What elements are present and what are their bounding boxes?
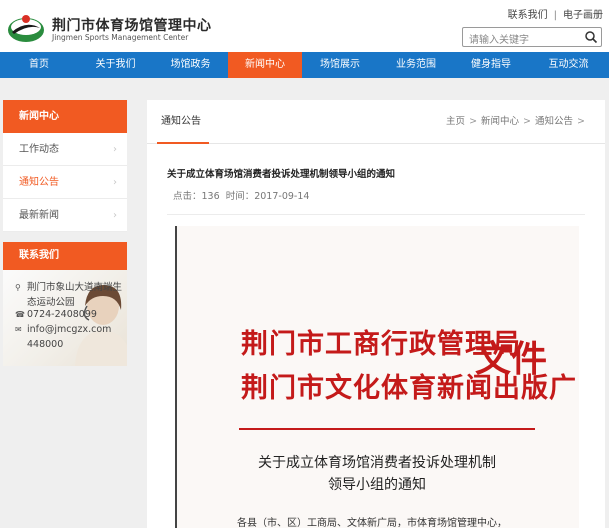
site-logo[interactable]: 荆门市体育场馆管理中心 Jingmen Sports Management Ce… — [6, 6, 211, 46]
brochure-link[interactable]: 电子画册 — [563, 10, 603, 21]
mail-icon: ✉ — [15, 325, 22, 334]
breadcrumb-separator: > — [523, 116, 532, 127]
document-heading-2: 领导小组的通知 — [328, 477, 426, 493]
search-box — [462, 27, 602, 50]
contact-title: 联系我们 — [3, 242, 127, 270]
chevron-right-icon: › — [113, 177, 117, 188]
contact-panel: ⚲ 荆门市象山大道南端生 态运动公园 ☎ 0724-2408099 ✉ info@jm… — [3, 270, 127, 366]
breadcrumb-home[interactable]: 主页 — [446, 116, 465, 127]
time-label: 时间： — [225, 191, 255, 202]
sidebar-item-notices[interactable]: 通知公告 › — [3, 166, 127, 199]
publish-date: 2017-09-14 — [254, 191, 310, 202]
clicks-count: 136 — [201, 191, 220, 202]
sidebar-title: 新闻中心 — [3, 100, 127, 133]
tab-notices[interactable]: 通知公告 — [161, 100, 201, 144]
chevron-right-icon: › — [113, 210, 117, 221]
sidebar-item-label: 最新新闻 — [19, 210, 59, 221]
document-heading-1: 关于成立体育场馆消费者投诉处理机制 — [258, 455, 496, 471]
sidebar-item-work-news[interactable]: 工作动态 › — [3, 133, 127, 166]
site-name-cn: 荆门市体育场馆管理中心 — [52, 18, 212, 34]
nav-affairs[interactable]: 场馆政务 — [153, 52, 228, 78]
nav-business[interactable]: 业务范围 — [378, 52, 454, 78]
top-links: 联系我们 | 电子画册 — [508, 6, 603, 21]
breadcrumb: 主页 > 新闻中心 > 通知公告 > — [446, 100, 589, 144]
article-title: 关于成立体育场馆消费者投诉处理机制领导小组的通知 — [167, 169, 396, 180]
article-meta: 点击：136 时间：2017-09-14 — [173, 188, 309, 202]
address-line-1: 荆门市象山大道南端生 — [27, 282, 123, 293]
location-pin-icon: ⚲ — [15, 283, 21, 292]
phone-number: 0724-2408099 — [27, 309, 97, 320]
chevron-right-icon: › — [113, 144, 117, 155]
contact-address-2: 态运动公园 — [15, 294, 75, 308]
tab-active-indicator — [157, 142, 209, 144]
contact-address: ⚲ 荆门市象山大道南端生 — [15, 279, 122, 293]
sidebar-item-label: 工作动态 — [19, 144, 59, 155]
address-line-2: 态运动公园 — [27, 297, 75, 308]
search-icon[interactable] — [584, 30, 598, 44]
document-word: 文件 — [475, 338, 548, 380]
link-divider: | — [553, 10, 557, 21]
sidebar-menu: 工作动态 › 通知公告 › 最新新闻 › — [3, 133, 127, 232]
logo-emblem-icon — [8, 15, 44, 42]
breadcrumb-current[interactable]: 通知公告 — [535, 116, 573, 127]
nav-fitness[interactable]: 健身指导 — [454, 52, 528, 78]
nav-venues[interactable]: 场馆展示 — [302, 52, 378, 78]
red-header-rule — [239, 428, 535, 430]
breadcrumb-separator: > — [577, 116, 585, 127]
nav-news[interactable]: 新闻中心 — [228, 52, 302, 78]
phone-icon: ☎ — [15, 310, 25, 319]
content-header: 通知公告 主页 > 新闻中心 > 通知公告 > — [147, 100, 605, 144]
contact-postcode: 448000 — [15, 339, 63, 350]
main-content: 通知公告 主页 > 新闻中心 > 通知公告 > 关于成立体育场馆消费者投诉处理机制领导小组… — [147, 100, 605, 528]
site-header: 荆门市体育场馆管理中心 Jingmen Sports Management Ce… — [0, 0, 609, 52]
meta-divider — [167, 214, 585, 215]
sidebar-item-label: 通知公告 — [19, 177, 59, 188]
contact-email: ✉ info@jmcgzx.com — [15, 324, 111, 335]
email-address[interactable]: info@jmcgzx.com — [27, 324, 111, 335]
document-body-first-line: 各县（市、区）工商局、文体新广局，市体育场馆管理中心， — [237, 518, 507, 528]
document-scan-image: 荆门市工商行政管理局 荆门市文化体育新闻出版广电局 文件 关于成立体育场馆消费者… — [175, 226, 579, 528]
clicks-label: 点击： — [173, 191, 202, 202]
nav-interaction[interactable]: 互动交流 — [528, 52, 609, 78]
postcode: 448000 — [27, 339, 64, 350]
sidebar-item-latest-news[interactable]: 最新新闻 › — [3, 199, 127, 232]
contact-phone: ☎ 0724-2408099 — [15, 309, 97, 320]
breadcrumb-separator: > — [469, 116, 478, 127]
breadcrumb-section[interactable]: 新闻中心 — [481, 116, 519, 127]
nav-about[interactable]: 关于我们 — [78, 52, 153, 78]
nav-home[interactable]: 首页 — [0, 52, 78, 78]
main-nav: 首页 关于我们 场馆政务 新闻中心 场馆展示 业务范围 健身指导 互动交流 — [0, 52, 609, 78]
search-input[interactable] — [463, 31, 581, 50]
site-name-en: Jingmen Sports Management Center — [52, 33, 189, 42]
left-sidebar: 新闻中心 工作动态 › 通知公告 › 最新新闻 › 联系我们 ⚲ 荆门市象山大道南… — [3, 100, 127, 366]
contact-us-link[interactable]: 联系我们 — [508, 10, 548, 21]
